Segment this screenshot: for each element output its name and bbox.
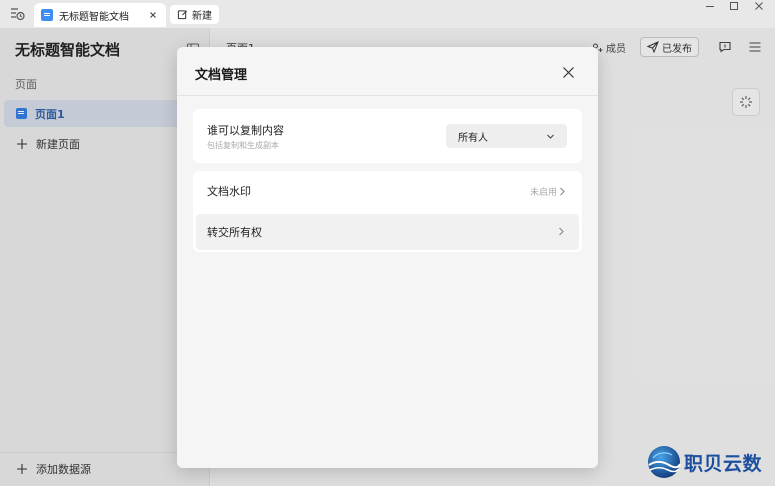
dialog-title: 文档管理: [195, 68, 248, 83]
watermark-status: 未启用: [530, 185, 566, 198]
document-management-dialog: 文档管理 谁可以复制内容 包括复制和生成副本 所有人 文档水印 未启用 转交所有…: [177, 47, 598, 468]
copy-permission-value: 所有人: [458, 132, 488, 144]
watermark-label: 文档水印: [207, 185, 251, 198]
tab-document-label: 无标题智能文档: [59, 11, 129, 23]
close-tab-icon[interactable]: [147, 9, 159, 21]
dialog-divider: [177, 95, 598, 96]
tab-document[interactable]: 无标题智能文档: [34, 3, 166, 27]
edit-icon: [177, 9, 188, 20]
watermark-status-text: 未启用: [529, 188, 557, 198]
chevron-right-icon: [559, 227, 564, 236]
settings-card: 文档水印 未启用 转交所有权: [193, 171, 582, 252]
brand-watermark: 职贝云数: [646, 444, 771, 480]
copy-permission-card: 谁可以复制内容 包括复制和生成副本 所有人: [193, 109, 582, 163]
new-tab-label: 新建: [192, 11, 212, 22]
smart-doc-icon: [41, 9, 53, 21]
transfer-ownership-label: 转交所有权: [207, 226, 262, 239]
copy-permission-label: 谁可以复制内容: [207, 124, 284, 137]
globe-logo-icon: [648, 446, 681, 478]
copy-permission-hint: 包括复制和生成副本: [207, 141, 279, 150]
chevron-right-icon: [560, 187, 565, 196]
title-bar: 无标题智能文档 新建: [0, 0, 775, 28]
copy-permission-select[interactable]: 所有人: [446, 124, 567, 148]
brand-text: 职贝云数: [684, 453, 763, 475]
transfer-ownership-row[interactable]: 转交所有权: [196, 214, 579, 250]
watermark-setting-row[interactable]: 文档水印 未启用: [193, 173, 582, 209]
history-icon[interactable]: [8, 5, 26, 23]
new-tab-button[interactable]: 新建: [170, 5, 219, 24]
maximize-icon[interactable]: [724, 0, 744, 14]
minimize-icon[interactable]: [700, 0, 720, 14]
chevron-down-icon: [547, 134, 554, 139]
close-icon[interactable]: [562, 66, 575, 79]
close-window-icon[interactable]: [749, 0, 769, 14]
